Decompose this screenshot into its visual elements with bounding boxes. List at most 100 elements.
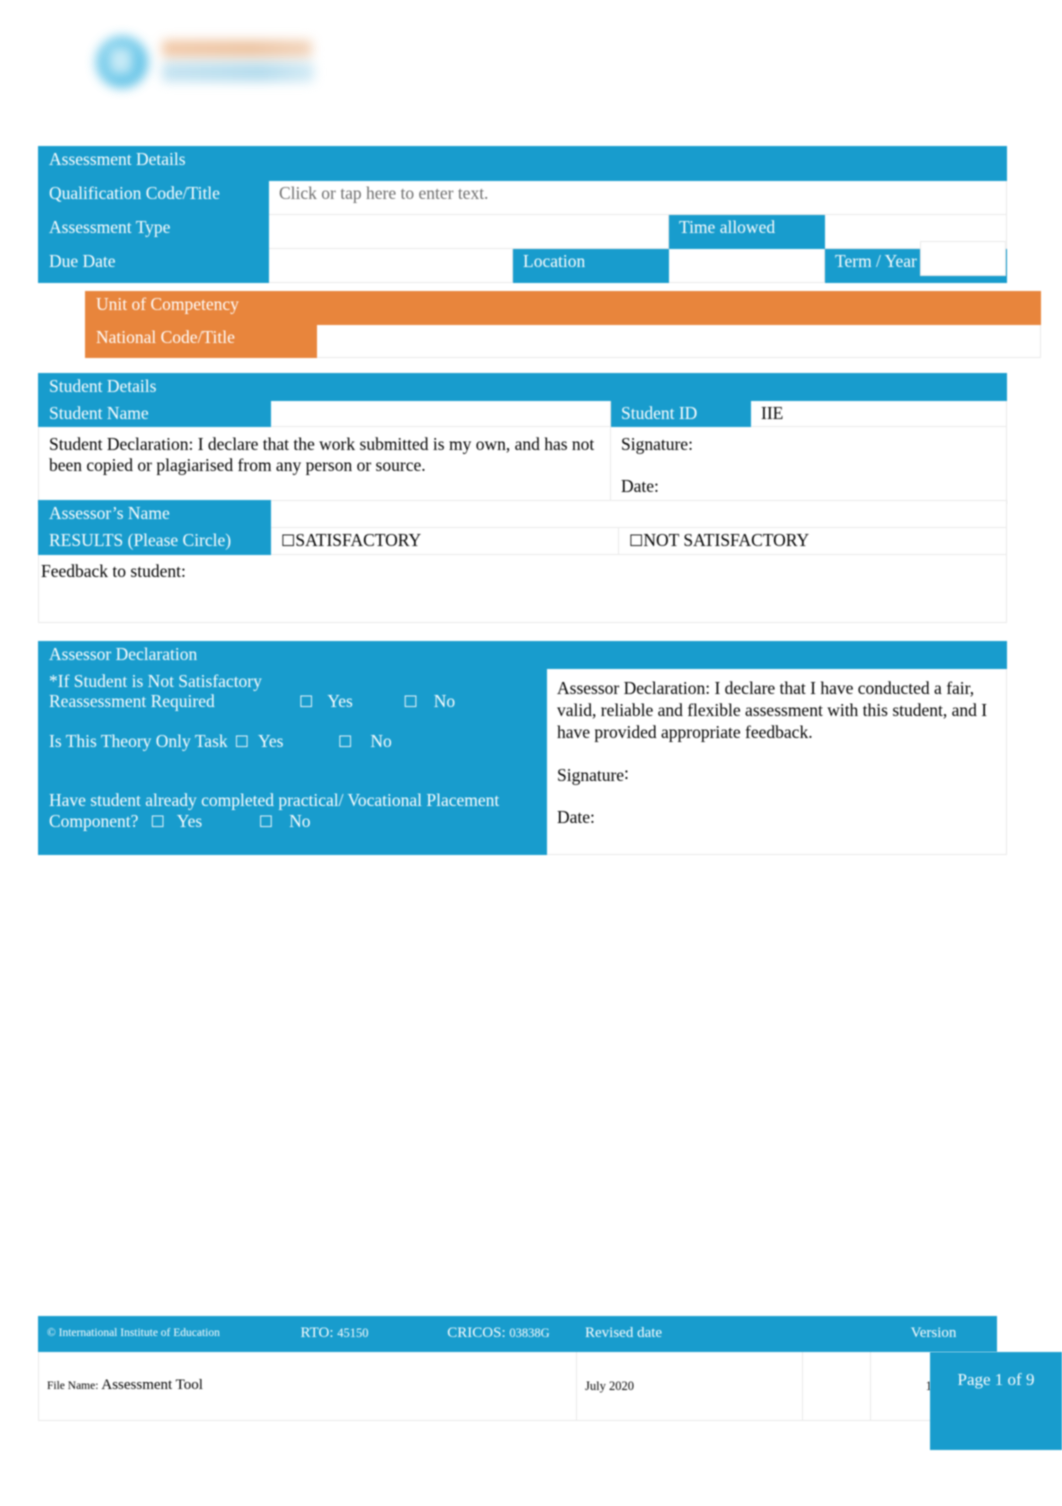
location-input[interactable]: [668, 248, 825, 283]
footer-table: © International Institute of Education R…: [38, 1316, 997, 1421]
footer-spacer-cell-2: [802, 1351, 871, 1421]
table-row: RESULTS (Please Circle) ☐SATISFACTORY ☐N…: [38, 526, 1007, 555]
result-option-satisfactory[interactable]: ☐SATISFACTORY: [270, 526, 619, 555]
student-id-label: Student ID: [610, 399, 751, 428]
reassessment-yes-checkbox-icon[interactable]: ☐: [299, 692, 313, 712]
assessor-declaration-signature-block: Assessor Declaration: I declare that I h…: [546, 667, 1007, 855]
student-name-input[interactable]: [270, 399, 611, 428]
assessor-declaration-section-title-fill: [546, 641, 1007, 669]
reassessment-required-row: Reassessment Required ☐ Yes ☐ No: [49, 691, 541, 712]
reassessment-no-label: No: [433, 691, 456, 712]
assessor-name-input[interactable]: [270, 500, 1007, 528]
footer-cricos: CRICOS: 03838G: [420, 1316, 577, 1352]
practical-completed-row: Component? ☐ Yes ☐ No: [49, 811, 541, 832]
table-row: Feedback to student:: [38, 553, 1007, 623]
student-id-input[interactable]: IIE: [749, 399, 1008, 428]
satisfactory-checkbox-icon[interactable]: ☐: [281, 531, 295, 550]
table-row: [920, 241, 1006, 276]
table-row: Due Date Location Term / Year: [38, 248, 1008, 283]
results-table: Assessor’s Name RESULTS (Please Circle) …: [38, 500, 1007, 623]
not-satisfactory-note: *If Student is Not Satisfactory: [49, 670, 262, 691]
page-indicator: Page 1 of 9: [930, 1352, 1062, 1450]
table-row: Qualification Code/Title Click or tap he…: [38, 180, 1008, 215]
due-date-label: Due Date: [38, 248, 269, 283]
footer-rto: RTO: 45150: [248, 1316, 421, 1352]
student-details-section-title-fill: [269, 373, 1008, 401]
table-row: © International Institute of Education R…: [38, 1316, 997, 1352]
assessor-name-label: Assessor’s Name: [38, 500, 271, 528]
satisfactory-label: SATISFACTORY: [295, 529, 422, 550]
reassessment-required-label: Reassessment Required: [49, 691, 215, 712]
table-row: Student Name Student ID IIE: [38, 399, 1008, 428]
national-code-title-input[interactable]: [316, 324, 1041, 358]
qualification-code-title-input[interactable]: Click or tap here to enter text.: [267, 180, 1008, 215]
theory-only-yes-label: Yes: [257, 731, 284, 752]
assessor-declaration-table: Assessor Declaration *If Student is Not …: [38, 641, 1007, 855]
practical-yes-checkbox-icon[interactable]: ☐: [150, 812, 164, 832]
feedback-to-student-label: Feedback to student:: [41, 560, 186, 581]
reassessment-yes-label: Yes: [327, 691, 353, 712]
footer-copyright: © International Institute of Education: [38, 1316, 249, 1352]
unit-of-competency-label-line1: Unit of Competency: [85, 291, 317, 325]
theory-only-task-row: Is This Theory Only Task ☐ Yes ☐ No: [49, 731, 541, 752]
student-details-table: Student Details Student Name Student ID …: [38, 373, 1008, 505]
student-signature-block: Signature: Date:: [609, 426, 1008, 505]
institute-logo: [88, 26, 323, 102]
document-page: Assessment Details Qualification Code/Ti…: [0, 0, 1062, 1506]
assessor-date-label[interactable]: Date:: [557, 807, 1001, 828]
result-option-not-satisfactory[interactable]: ☐NOT SATISFACTORY: [618, 526, 1007, 555]
student-details-section-title: Student Details: [38, 373, 271, 401]
table-row: Assessment Details: [38, 146, 1008, 181]
file-name-label: File Name:: [47, 1380, 99, 1393]
student-name-label: Student Name: [38, 399, 271, 428]
revised-date-label: Revised date: [576, 1316, 803, 1352]
cricos-value: 03838G: [509, 1326, 550, 1341]
reassessment-no-checkbox-icon[interactable]: ☐: [403, 692, 417, 712]
national-code-title-label: National Code/Title: [85, 324, 317, 358]
practical-completed-label-line1: Have student already completed practical…: [49, 790, 500, 811]
due-date-input[interactable]: [268, 248, 513, 283]
cricos-label: CRICOS:: [447, 1325, 506, 1342]
student-declaration-text: Student Declaration: I declare that the …: [38, 426, 611, 505]
feedback-to-student-field[interactable]: Feedback to student:: [38, 553, 1007, 623]
footer-file-name: File Name: Assessment Tool: [38, 1351, 577, 1421]
assessment-type-label: Assessment Type: [38, 214, 269, 249]
rto-value: 45150: [337, 1326, 369, 1341]
assessor-declaration-questions: *If Student is Not Satisfactory Reassess…: [38, 667, 547, 855]
qualification-code-title-label: Qualification Code/Title: [38, 180, 269, 215]
rto-label: RTO:: [300, 1325, 334, 1342]
assessor-declaration-section-title: Assessor Declaration: [38, 641, 547, 669]
table-row: Assessor’s Name: [38, 500, 1007, 528]
logo-circle-icon: [96, 36, 148, 88]
theory-only-no-label: No: [370, 731, 392, 752]
theory-only-task-label: Is This Theory Only Task: [49, 731, 228, 752]
practical-no-checkbox-icon[interactable]: ☐: [259, 812, 273, 832]
practical-no-label: No: [289, 810, 311, 831]
practical-completed-label-line2: Component?: [49, 810, 139, 831]
assessment-type-input[interactable]: [268, 214, 669, 249]
assessor-declaration-text: Assessor Declaration: I declare that I h…: [557, 677, 988, 742]
unit-of-competency-table: Unit of Competency National Code/Title: [85, 291, 1041, 358]
footer-spacer-cell: [802, 1316, 871, 1352]
assessment-details-table: Assessment Details Qualification Code/Ti…: [38, 146, 1008, 283]
table-row: *If Student is Not Satisfactory Reassess…: [38, 667, 1007, 855]
location-label: Location: [512, 248, 669, 283]
version-label: Version: [870, 1316, 997, 1352]
term-year-input[interactable]: [920, 241, 1006, 276]
theory-only-no-checkbox-icon[interactable]: ☐: [338, 732, 352, 752]
not-satisfactory-checkbox-icon[interactable]: ☐: [629, 531, 643, 550]
assessment-details-section-title-fill: [267, 146, 1008, 181]
table-row: File Name: Assessment Tool July 2020 1.1: [38, 1351, 997, 1421]
table-row: National Code/Title: [85, 324, 1041, 358]
file-name-value: Assessment Tool: [101, 1377, 203, 1394]
revised-date-value: July 2020: [576, 1351, 803, 1421]
student-date-label[interactable]: Date:: [621, 476, 1001, 497]
table-row: Student Declaration: I declare that the …: [38, 426, 1008, 505]
unit-of-competency-fill: [316, 291, 1041, 325]
theory-only-yes-checkbox-icon[interactable]: ☐: [235, 732, 249, 752]
assessor-signature-label[interactable]: Signature∶: [557, 765, 1001, 786]
table-row: Assessment Type Time allowed: [38, 214, 1008, 249]
not-satisfactory-label: NOT SATISFACTORY: [643, 529, 810, 550]
term-year-value-table: [920, 241, 1006, 276]
logo-wordmark-bottom: [162, 62, 314, 82]
